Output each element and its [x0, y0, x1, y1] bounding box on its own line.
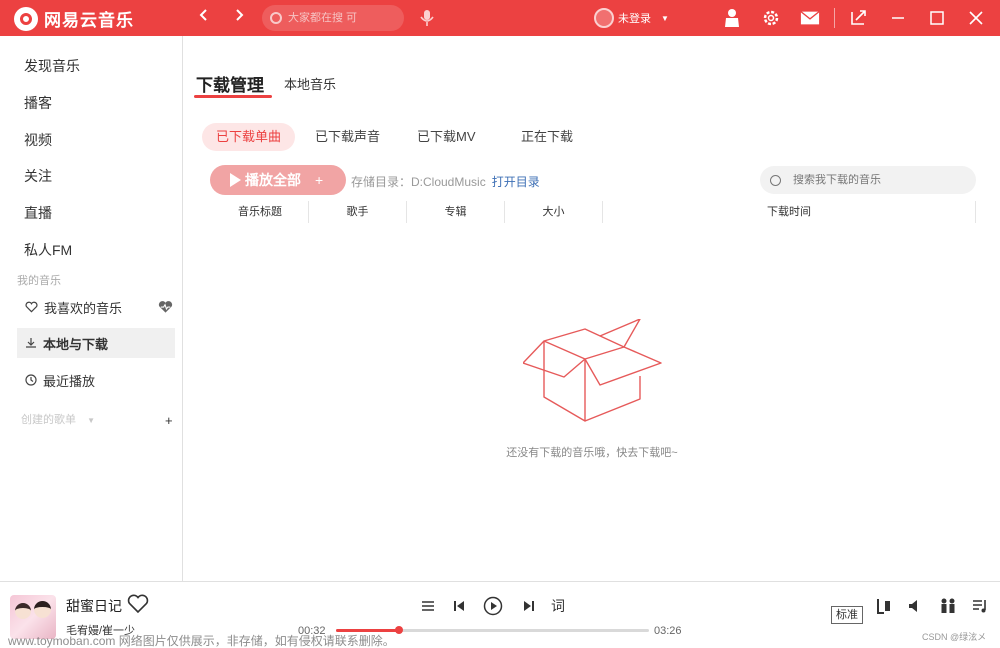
login-status: 未登录 [618, 13, 651, 25]
user-login[interactable]: 未登录 ▼ [594, 8, 669, 28]
column-divider [975, 201, 976, 223]
search-icon [770, 174, 781, 186]
my-music-heading: 我的音乐 [17, 275, 61, 287]
lyrics-button[interactable]: 词 [548, 596, 568, 616]
chevron-down-icon: ▼ [661, 13, 669, 23]
app-logo[interactable]: 网易云音乐 [14, 6, 134, 31]
sidebar-item-local-download[interactable]: 本地与下载 [17, 328, 175, 358]
total-time: 03:26 [654, 625, 682, 637]
global-search-input[interactable] [288, 12, 388, 24]
playlist-queue-icon[interactable] [970, 596, 990, 616]
back-icon[interactable] [194, 8, 214, 28]
next-track-icon[interactable] [519, 596, 539, 616]
sidebar: 发现音乐 播客 视频 关注 直播 私人FM 我的音乐 我喜欢的音乐 本地与下载 … [0, 36, 183, 581]
column-header-album[interactable]: 专辑 [407, 201, 504, 223]
app-name: 网易云音乐 [44, 11, 134, 30]
download-search-input[interactable] [793, 174, 963, 186]
volume-icon[interactable] [905, 596, 925, 616]
csdn-credit: CSDN @绿泫メ [922, 632, 987, 642]
chevron-down-icon: ▼ [87, 416, 95, 425]
previous-track-icon[interactable] [449, 596, 469, 616]
settings-gear-icon[interactable] [761, 8, 781, 28]
clothing-skin-icon[interactable] [722, 8, 742, 28]
song-title[interactable]: 甜蜜日记 [66, 596, 122, 616]
like-heart-icon[interactable] [127, 594, 149, 614]
open-directory-link[interactable]: 打开目录 [492, 175, 540, 189]
column-header-title[interactable]: 音乐标题 [212, 201, 308, 223]
player-bar: 甜蜜日记 毛宥嫚/崔一少 词 00:32 03:26 标准 www.toymob… [0, 581, 1000, 648]
empty-box-icon [523, 319, 662, 422]
empty-state-message: 还没有下载的音乐哦，快去下载吧~ [506, 447, 678, 459]
sidebar-item-fm[interactable]: 私人FM [24, 240, 72, 260]
sidebar-item-liked[interactable]: 我喜欢的音乐 [17, 292, 175, 322]
sidebar-item-label: 最近播放 [43, 373, 96, 389]
forward-icon[interactable] [229, 8, 249, 28]
sidebar-item-follow[interactable]: 关注 [24, 166, 52, 186]
add-playlist-button[interactable]: + [165, 413, 173, 428]
avatar [594, 8, 614, 28]
title-bar: 网易云音乐 未登录 ▼ [0, 0, 1000, 36]
listen-together-icon[interactable] [938, 596, 958, 616]
progress-handle[interactable] [394, 626, 403, 634]
play-all-button[interactable]: 播放全部 + [210, 165, 346, 195]
clock-icon [25, 374, 37, 386]
play-button-icon[interactable] [483, 596, 503, 616]
column-header-download-time[interactable]: 下载时间 [603, 201, 975, 223]
playlist-order-icon[interactable] [418, 596, 438, 616]
column-header-artist[interactable]: 歌手 [309, 201, 406, 223]
close-icon[interactable] [966, 8, 986, 28]
column-header-size[interactable]: 大小 [505, 201, 602, 223]
subtab-downloaded-mv[interactable]: 已下载MV [403, 123, 490, 151]
sidebar-item-podcast[interactable]: 播客 [24, 93, 52, 113]
tab-download-manage[interactable]: 下载管理 [196, 71, 264, 96]
sound-effect-icon[interactable] [874, 596, 894, 616]
divider [834, 8, 835, 28]
subtab-downloading[interactable]: 正在下载 [507, 123, 587, 151]
sidebar-item-video[interactable]: 视频 [24, 130, 52, 150]
sound-quality-button[interactable]: 标准 [831, 606, 863, 624]
search-icon [270, 12, 282, 24]
sidebar-item-discover[interactable]: 发现音乐 [24, 56, 80, 76]
mini-mode-icon[interactable] [848, 8, 868, 28]
heartbeat-mode-icon[interactable] [158, 300, 173, 314]
global-search[interactable] [262, 5, 404, 31]
play-icon [230, 173, 241, 187]
mail-icon[interactable] [800, 8, 820, 28]
sidebar-item-label: 本地与下载 [43, 336, 109, 352]
microphone-icon[interactable] [417, 8, 437, 28]
main-content: 下载管理 本地音乐 已下载单曲 已下载声音 已下载MV 正在下载 播放全部 + … [184, 36, 1000, 581]
netease-logo-icon [14, 6, 38, 31]
download-search[interactable] [760, 166, 976, 194]
subtab-downloaded-songs[interactable]: 已下载单曲 [202, 123, 296, 151]
sidebar-item-live[interactable]: 直播 [24, 203, 52, 223]
heart-icon [25, 301, 38, 313]
add-all-to-playlist-icon[interactable]: + [315, 172, 323, 188]
storage-path: 存储目录：D:CloudMusic 打开目录 [351, 173, 540, 190]
active-tab-indicator [194, 95, 272, 98]
created-playlists-heading[interactable]: 创建的歌单 ▼ [21, 411, 95, 427]
watermark-text: www.toymoban.com 网络图片仅供展示，非存储，如有侵权请联系删除。 [8, 634, 395, 648]
subtab-downloaded-audio[interactable]: 已下载声音 [301, 123, 394, 151]
play-all-label: 播放全部 [245, 172, 301, 188]
maximize-icon[interactable] [927, 8, 947, 28]
sidebar-item-recent[interactable]: 最近播放 [17, 365, 175, 395]
storage-label: 存储目录：D:CloudMusic [351, 175, 486, 189]
tab-local-music[interactable]: 本地音乐 [284, 74, 336, 93]
minimize-icon[interactable] [888, 8, 908, 28]
created-playlists-label: 创建的歌单 [21, 414, 76, 426]
sidebar-item-label: 我喜欢的音乐 [44, 300, 123, 316]
download-icon [26, 338, 36, 348]
